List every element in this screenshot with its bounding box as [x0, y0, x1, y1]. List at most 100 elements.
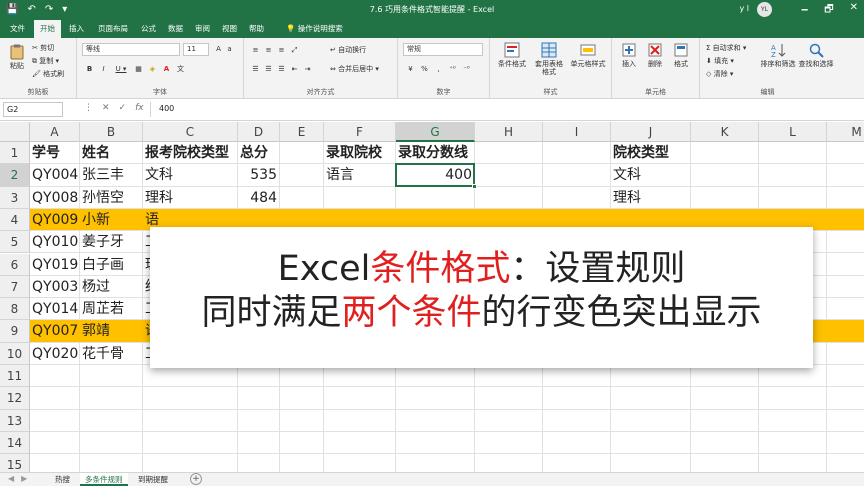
row-header-3[interactable]: 3 — [0, 186, 30, 209]
cell-J1[interactable]: 院校类型 — [611, 142, 731, 164]
row-header-14[interactable]: 14 — [0, 431, 30, 455]
number-format-select[interactable]: 常规 — [403, 43, 483, 56]
format-cells-button[interactable]: 格式 — [670, 42, 692, 68]
font-size-select[interactable]: 11 — [183, 43, 209, 56]
align-middle-icon[interactable]: ≡ — [263, 45, 274, 56]
close-icon[interactable]: ✕ — [850, 2, 858, 19]
format-painter-button[interactable]: 🖌 格式刷 — [32, 69, 64, 79]
grow-font-icon[interactable]: A — [213, 44, 224, 55]
row-header-1[interactable]: 1 — [0, 142, 30, 165]
sheet-tab-hot-search[interactable]: 热搜 — [50, 473, 75, 486]
increase-indent-icon[interactable]: ⇥ — [302, 64, 313, 75]
row-header-12[interactable]: 12 — [0, 387, 30, 410]
align-top-icon[interactable]: ≡ — [250, 45, 261, 56]
merge-center-button[interactable]: ⇔ 合并后居中 ▾ — [330, 64, 379, 74]
column-header-J[interactable]: J — [611, 122, 691, 142]
fill-color-icon[interactable]: ◈ — [147, 64, 158, 75]
formula-input[interactable]: 400 — [150, 102, 860, 117]
autosum-button[interactable]: Σ 自动求和 ▾ — [706, 43, 746, 53]
name-box[interactable]: G2 — [3, 102, 63, 117]
column-header-H[interactable]: H — [475, 122, 543, 142]
column-header-K[interactable]: K — [691, 122, 759, 142]
select-all-corner[interactable] — [0, 122, 30, 142]
cell-D1[interactable]: 总分 — [238, 142, 320, 164]
column-header-M[interactable]: M — [827, 122, 864, 142]
column-header-I[interactable]: I — [543, 122, 611, 142]
cell-B2[interactable]: 张三丰 — [80, 164, 143, 186]
copy-button[interactable]: ⧉ 复制 ▾ — [32, 56, 59, 66]
cell-B5[interactable]: 姜子牙 — [80, 231, 143, 253]
sort-filter-button[interactable]: A Z 排序和筛选 — [760, 42, 796, 68]
prev-sheet-icon[interactable]: ◀ — [8, 474, 14, 483]
column-header-D[interactable]: D — [238, 122, 280, 142]
tab-help[interactable]: 帮助 — [243, 20, 270, 38]
cell-A2[interactable]: QY004 — [30, 164, 80, 186]
next-sheet-icon[interactable]: ▶ — [21, 474, 27, 483]
column-header-L[interactable]: L — [759, 122, 827, 142]
percent-button[interactable]: % — [419, 64, 430, 75]
underline-button[interactable]: U ▾ — [112, 64, 130, 75]
cell-B4[interactable]: 小新 — [80, 209, 143, 231]
wrap-text-button[interactable]: ↵ 自动换行 — [330, 45, 366, 55]
row-header-4[interactable]: 4 — [0, 208, 30, 232]
bold-button[interactable]: B — [84, 64, 95, 75]
clear-button[interactable]: ◇ 清除 ▾ — [706, 69, 733, 79]
cancel-icon[interactable]: ✕ — [102, 103, 110, 113]
fill-handle[interactable] — [472, 183, 477, 189]
row-header-7[interactable]: 7 — [0, 275, 30, 299]
comma-button[interactable]: , — [433, 64, 444, 75]
decrease-decimal-icon[interactable]: ⁻⁰ — [461, 64, 472, 75]
decrease-indent-icon[interactable]: ⇤ — [289, 64, 300, 75]
column-header-G[interactable]: G — [396, 122, 475, 142]
cell-B6[interactable]: 白子画 — [80, 254, 143, 276]
increase-decimal-icon[interactable]: ⁺⁰ — [447, 64, 458, 75]
tab-file[interactable]: 文件 — [4, 20, 31, 38]
column-header-C[interactable]: C — [143, 122, 238, 142]
currency-icon[interactable]: ¥ — [405, 64, 416, 75]
cell-C2[interactable]: 文科 — [143, 164, 238, 186]
column-header-B[interactable]: B — [80, 122, 143, 142]
cell-G1[interactable]: 录取分数线 — [396, 142, 515, 164]
cell-C3[interactable]: 理科 — [143, 187, 238, 209]
cell-A8[interactable]: QY014 — [30, 298, 80, 320]
row-header-8[interactable]: 8 — [0, 298, 30, 321]
font-color-icon[interactable]: A — [161, 64, 172, 75]
column-header-F[interactable]: F — [324, 122, 396, 142]
tab-data[interactable]: 数据 — [162, 20, 189, 38]
enter-icon[interactable]: ✓ — [119, 103, 127, 113]
cell-A4[interactable]: QY009 — [30, 209, 80, 231]
cell-A3[interactable]: QY008 — [30, 187, 80, 209]
column-header-A[interactable]: A — [30, 122, 80, 142]
format-as-table-button[interactable]: 套用表格格式 — [532, 42, 566, 76]
font-name-select[interactable]: 等线 — [82, 43, 180, 56]
avatar[interactable]: YL — [757, 2, 772, 17]
cell-D3[interactable]: 484 — [238, 187, 280, 209]
cell-D2[interactable]: 535 — [238, 164, 280, 186]
border-icon[interactable]: ▦ — [133, 64, 144, 75]
italic-button[interactable]: I — [98, 64, 109, 75]
tab-view[interactable]: 视图 — [216, 20, 243, 38]
orientation-icon[interactable]: ⤢ — [289, 45, 300, 56]
cell-J2[interactable]: 文科 — [611, 164, 691, 186]
column-header-E[interactable]: E — [280, 122, 324, 142]
cell-F2[interactable]: 语言 — [324, 164, 396, 186]
row-header-10[interactable]: 10 — [0, 342, 30, 365]
align-left-icon[interactable]: ☰ — [250, 64, 261, 75]
conditional-format-button[interactable]: 条件格式 — [496, 42, 528, 68]
row-header-11[interactable]: 11 — [0, 365, 30, 388]
align-center-icon[interactable]: ☰ — [263, 64, 274, 75]
cell-A7[interactable]: QY003 — [30, 276, 80, 298]
tab-home[interactable]: 开始 — [34, 20, 61, 38]
row-header-5[interactable]: 5 — [0, 231, 30, 254]
tab-insert[interactable]: 插入 — [63, 20, 90, 38]
cell-J3[interactable]: 理科 — [611, 187, 691, 209]
cell-B7[interactable]: 杨过 — [80, 276, 143, 298]
cell-B9[interactable]: 郭靖 — [80, 320, 143, 342]
row-header-13[interactable]: 13 — [0, 409, 30, 432]
row-header-6[interactable]: 6 — [0, 253, 30, 276]
cell-A5[interactable]: QY010 — [30, 231, 80, 253]
delete-cells-button[interactable]: 删除 — [644, 42, 666, 68]
row-header-2[interactable]: 2 — [0, 164, 30, 187]
cell-A10[interactable]: QY020 — [30, 343, 80, 365]
cell-B3[interactable]: 孙悟空 — [80, 187, 143, 209]
